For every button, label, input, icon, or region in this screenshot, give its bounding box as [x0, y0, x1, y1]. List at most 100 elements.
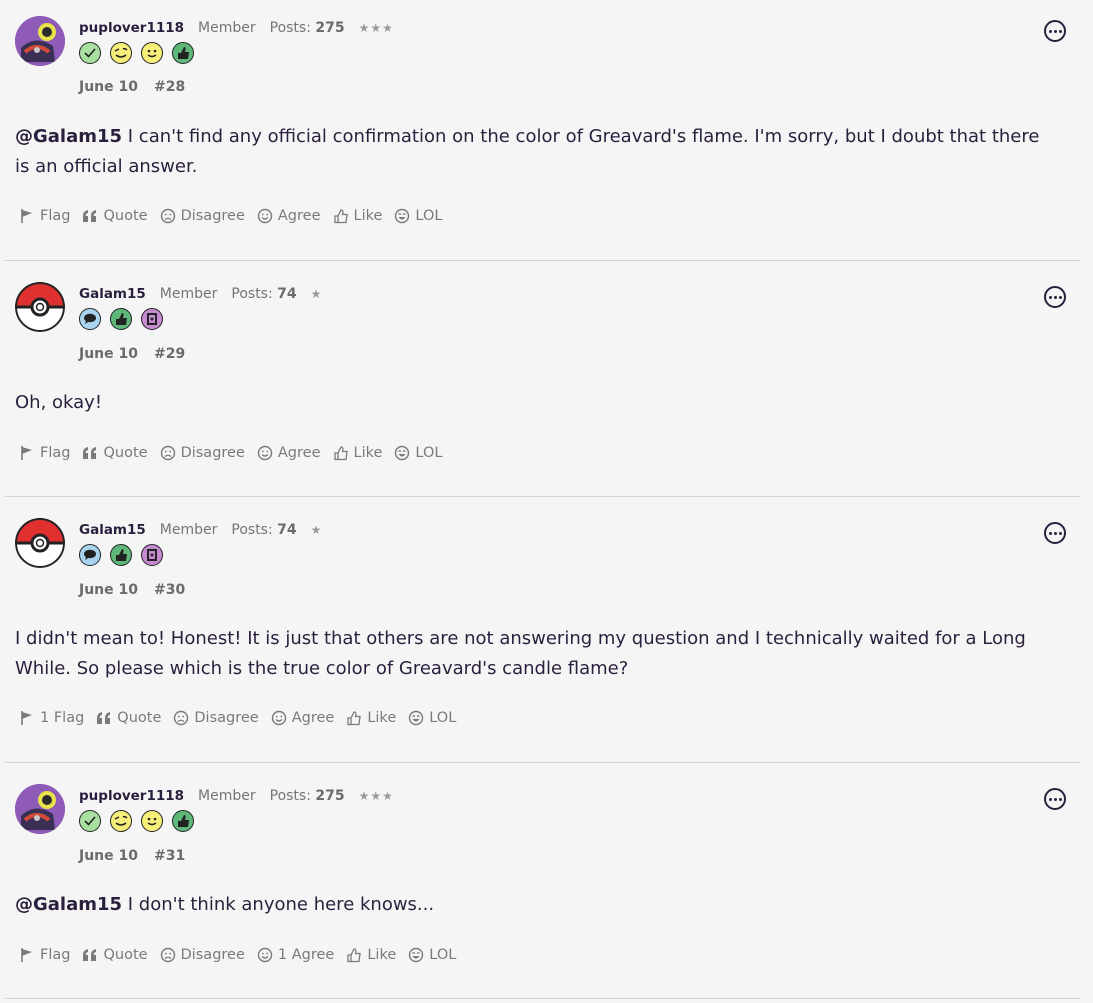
post-date[interactable]: June 10 — [79, 346, 138, 362]
username[interactable]: Galam15 — [79, 522, 146, 538]
quote-button[interactable]: Quote — [82, 208, 148, 224]
avatar[interactable] — [15, 784, 65, 834]
check-badge-icon[interactable] — [79, 42, 101, 64]
post-body: I didn't mean to! Honest! It is just tha… — [15, 624, 1040, 684]
disagree-button[interactable]: Disagree — [160, 947, 245, 963]
post-body: Oh, okay! — [15, 388, 1040, 418]
post-text: Oh, okay! — [15, 392, 103, 413]
agree-button[interactable]: Agree — [257, 445, 321, 461]
post-number[interactable]: #31 — [154, 848, 185, 864]
thread-post-list: puplover1118 Member Posts: 275 ★★★ June … — [0, 0, 1093, 999]
smile-icon — [271, 710, 286, 726]
post-date-row: June 10 #29 — [79, 346, 185, 362]
post-count-value: 74 — [277, 286, 297, 302]
post-body: @Galam15 I can't find any official confi… — [15, 122, 1040, 182]
flag-button[interactable]: Flag — [19, 947, 70, 963]
username[interactable]: puplover1118 — [79, 788, 184, 804]
post-meta: puplover1118 Member Posts: 275 ★★★ — [79, 20, 394, 36]
user-role: Member — [198, 20, 256, 36]
quote-button[interactable]: Quote — [96, 710, 161, 726]
wink-badge-icon[interactable] — [110, 42, 132, 64]
post-date-row: June 10 #30 — [79, 582, 185, 598]
agree-button[interactable]: Agree — [271, 710, 335, 726]
post-number[interactable]: #30 — [154, 582, 185, 598]
avatar[interactable] — [15, 282, 65, 332]
post-text: I didn't mean to! Honest! It is just tha… — [15, 628, 1026, 679]
like-button[interactable]: Like — [333, 208, 382, 224]
like-label: Like — [353, 445, 383, 461]
post-count: Posts: 275 — [270, 788, 345, 804]
frown-icon — [160, 445, 175, 461]
speech-bubble-badge-icon[interactable] — [79, 544, 101, 566]
more-options-button[interactable] — [1044, 522, 1066, 544]
flag-button[interactable]: Flag — [19, 445, 70, 461]
user-mention-link[interactable]: @Galam15 — [15, 126, 122, 147]
laugh-icon — [409, 710, 424, 726]
lol-button[interactable]: LOL — [408, 947, 456, 963]
pokeball-avatar-image — [15, 518, 65, 568]
quote-label: Quote — [117, 710, 162, 726]
post-count-label: Posts: — [269, 788, 311, 804]
like-button[interactable]: Like — [346, 710, 396, 726]
post-date[interactable]: June 10 — [79, 848, 138, 864]
lol-label: LOL — [415, 208, 443, 224]
more-options-button[interactable] — [1044, 20, 1066, 42]
username[interactable]: puplover1118 — [79, 20, 184, 36]
check-badge-icon[interactable] — [79, 810, 101, 832]
avatar[interactable] — [15, 518, 65, 568]
more-options-button[interactable] — [1044, 788, 1066, 810]
lol-button[interactable]: LOL — [394, 208, 442, 224]
smile-badge-icon[interactable] — [141, 810, 163, 832]
post: puplover1118 Member Posts: 275 ★★★ June … — [5, 0, 1080, 261]
post-number[interactable]: #29 — [154, 346, 185, 362]
quote-label: Quote — [103, 947, 148, 963]
disagree-button[interactable]: Disagree — [160, 208, 245, 224]
badge-list — [79, 544, 163, 566]
rank-stars: ★ — [310, 287, 323, 301]
book-badge-icon[interactable] — [141, 308, 163, 330]
thumbs-up-badge-icon[interactable] — [172, 810, 194, 832]
quote-icon — [97, 712, 111, 724]
username[interactable]: Galam15 — [79, 286, 146, 302]
lol-button[interactable]: LOL — [408, 710, 456, 726]
post-number[interactable]: #28 — [154, 79, 185, 95]
frown-icon — [160, 208, 175, 224]
thumbs-up-badge-icon[interactable] — [110, 544, 132, 566]
agree-label: Agree — [291, 710, 335, 726]
thumbs-up-icon — [347, 948, 362, 963]
flag-button[interactable]: Flag — [19, 208, 70, 224]
speech-bubble-badge-icon[interactable] — [79, 308, 101, 330]
more-options-button[interactable] — [1044, 286, 1066, 308]
user-role: Member — [159, 522, 218, 538]
lol-button[interactable]: LOL — [394, 445, 442, 461]
smile-badge-icon[interactable] — [141, 42, 163, 64]
flag-icon — [21, 948, 32, 962]
disagree-button[interactable]: Disagree — [173, 710, 259, 726]
post-date-row: June 10 #28 — [79, 79, 185, 95]
wink-badge-icon[interactable] — [110, 810, 132, 832]
avatar[interactable] — [15, 16, 65, 66]
disagree-label: Disagree — [180, 445, 245, 461]
quote-button[interactable]: Quote — [82, 947, 148, 963]
post-date[interactable]: June 10 — [79, 582, 138, 598]
flag-icon — [21, 446, 32, 460]
quote-icon — [83, 210, 97, 222]
laugh-icon — [395, 445, 410, 461]
flag-button[interactable]: 1 Flag — [19, 710, 84, 726]
avatar-image — [15, 16, 65, 66]
quote-button[interactable]: Quote — [82, 445, 148, 461]
lol-label: LOL — [429, 947, 457, 963]
agree-button[interactable]: 1 Agree — [257, 947, 334, 963]
post-date[interactable]: June 10 — [79, 79, 138, 95]
thumbs-up-badge-icon[interactable] — [110, 308, 132, 330]
book-badge-icon[interactable] — [141, 544, 163, 566]
disagree-button[interactable]: Disagree — [160, 445, 245, 461]
user-mention-link[interactable]: @Galam15 — [15, 894, 122, 915]
like-button[interactable]: Like — [333, 445, 383, 461]
agree-label: 1 Agree — [277, 947, 335, 963]
thumbs-up-badge-icon[interactable] — [172, 42, 194, 64]
smile-icon — [257, 947, 273, 963]
badge-list — [79, 42, 194, 64]
like-button[interactable]: Like — [346, 947, 396, 963]
agree-button[interactable]: Agree — [257, 208, 321, 224]
